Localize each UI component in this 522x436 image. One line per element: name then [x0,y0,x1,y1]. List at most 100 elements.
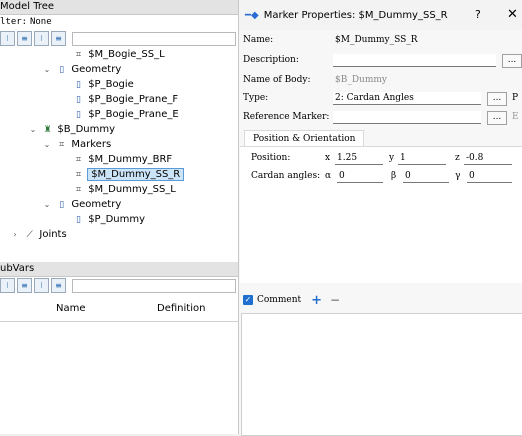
tree-node[interactable]: ⌄ ⌗ Markers [0,137,240,152]
tree-node-label: $M_Dummy_BRF [88,154,173,165]
tree-node-label: $P_Dummy [88,214,146,225]
tree-node-label: Geometry [71,64,122,75]
expand-all-icon[interactable]: ⁝ [0,278,15,293]
tree-node-label: $P_Bogie_Prane_F [88,94,179,105]
tree-node[interactable]: ▯ $P_Bogie_Prane_F [0,92,240,107]
x-input[interactable]: 1.25 [335,153,383,165]
position-label: Position: [251,153,291,163]
cardan-angles-label: Cardan angles: [251,171,321,181]
geometry-icon: ▯ [59,65,65,75]
model-tree-panel: Model Tree lter: None ⁝ ≡ ⁝ ≡ ⌗ $M_Bogie… [0,0,241,434]
z-label: z [455,153,460,163]
tree-node[interactable]: ▯ $P_Bogie_Prane_E [0,107,240,122]
collapse-level-icon[interactable]: ≡ [51,31,66,46]
type-trailing-label[interactable]: P [512,93,518,103]
marker-icon: ⌗ [75,170,82,180]
geometry-icon: ▯ [76,95,81,105]
geometry-icon: ▯ [59,200,65,210]
tree-node[interactable]: ⌗ $M_Dummy_SS_L [0,182,240,197]
subvars-toolbar: ⁝ ≡ ⁝ ≡ [0,277,240,294]
filter-label: lter: [0,17,28,27]
chevron-down-icon[interactable]: ⌄ [42,137,52,152]
comment-row: ✓ Comment + − [243,293,340,308]
reference-field[interactable] [333,111,481,124]
type-label: Type: [243,93,269,103]
model-tree: ⌗ $M_Bogie_SS_L ⌄ ▯ Geometry ▯ $P_Bogie … [0,47,240,242]
joint-icon: ⟋ [26,230,33,240]
marker-icon: ⌗ [59,140,65,150]
description-browse-button[interactable]: ... [502,54,522,68]
chevron-down-icon[interactable]: ⌄ [42,62,52,77]
chevron-down-icon[interactable]: ⌄ [42,197,52,212]
tree-node[interactable]: ⌄ ♜ $B_Dummy [0,122,240,137]
remove-comment-button[interactable]: − [330,293,340,307]
gamma-label: γ [455,171,461,181]
tree-node-label: $P_Bogie [88,79,134,90]
subvars-search-input[interactable] [72,278,236,293]
reference-browse-button[interactable]: ... [487,111,507,125]
tree-node-label: $M_Dummy_SS_L [88,184,176,195]
expand-level-icon[interactable]: ⁝ [34,278,49,293]
help-button[interactable]: ? [475,8,481,21]
tree-node[interactable]: ⌗ $M_Bogie_SS_L [0,47,240,62]
reference-trailing-label[interactable]: E [512,112,519,122]
filter-value[interactable]: None [30,17,52,27]
tree-search-input[interactable] [72,31,236,46]
tree-node[interactable]: ⌄ ▯ Geometry [0,197,240,212]
z-input[interactable]: -0.8 [464,153,512,165]
tree-node[interactable]: › ⟋ Joints [0,227,240,242]
tree-node-label: $M_Bogie_SS_L [88,49,165,60]
chevron-down-icon[interactable]: ⌄ [28,122,38,137]
tree-node[interactable]: ⌄ ▯ Geometry [0,62,240,77]
beta-input[interactable]: 0 [403,171,449,183]
gamma-input[interactable]: 0 [467,171,512,183]
alpha-label: α [325,171,332,181]
type-select[interactable]: 2: Cardan Angles [333,92,481,105]
beta-label: β [391,171,397,181]
dialog-titlebar: ━◆ Marker Properties: $M_Dummy_SS_R ? ✕ [239,0,522,30]
marker-icon: ━◆ [245,9,259,21]
close-button[interactable]: ✕ [507,7,518,22]
comment-checkbox[interactable]: ✓ [243,295,253,305]
tree-node[interactable]: ▯ $P_Dummy [0,212,240,227]
expand-all-icon[interactable]: ⁝ [0,31,15,46]
tree-node-selected[interactable]: ⌗ $M_Dummy_SS_R [0,167,240,182]
y-input[interactable]: 1 [398,153,446,165]
geometry-icon: ▯ [76,215,81,225]
name-label: Name: [243,35,274,45]
chevron-right-icon[interactable]: › [10,227,20,242]
collapse-level-icon[interactable]: ≡ [51,278,66,293]
alpha-input[interactable]: 0 [337,171,383,183]
collapse-all-icon[interactable]: ≡ [17,278,32,293]
tree-node[interactable]: ⌗ $M_Dummy_BRF [0,152,240,167]
tree-node-label: Joints [39,229,67,240]
comment-label: Comment [257,295,302,305]
reference-label: Reference Marker: [243,112,330,122]
marker-icon: ⌗ [75,155,82,165]
geometry-icon: ▯ [76,110,81,120]
tab-position-orientation[interactable]: Position & Orientation [244,130,365,147]
description-label: Description: [243,55,299,65]
collapse-all-icon[interactable]: ≡ [17,31,32,46]
marker-icon: ⌗ [75,50,82,60]
geometry-icon: ▯ [76,80,81,90]
x-label: x [325,153,331,163]
tree-node[interactable]: ▯ $P_Bogie [0,77,240,92]
comment-textarea[interactable] [241,313,522,436]
column-definition-header[interactable]: Definition [157,303,205,314]
filter-row: lter: None [0,15,240,30]
expand-level-icon[interactable]: ⁝ [34,31,49,46]
tree-node-label: Geometry [71,199,122,210]
body-value: $B_Dummy [335,75,388,85]
column-name-header[interactable]: Name [56,303,86,314]
model-tree-title: Model Tree [0,0,240,15]
name-field[interactable]: $M_Dummy_SS_R [333,34,521,46]
tree-node-label: $B_Dummy [57,124,116,135]
type-browse-button[interactable]: ... [487,92,507,106]
add-comment-button[interactable]: + [311,293,322,308]
description-field[interactable] [333,54,496,67]
body-icon: ♜ [43,125,52,135]
marker-icon: ⌗ [75,185,82,195]
body-label: Name of Body: [243,75,311,85]
subvars-table-header: Name Definition [0,297,240,322]
